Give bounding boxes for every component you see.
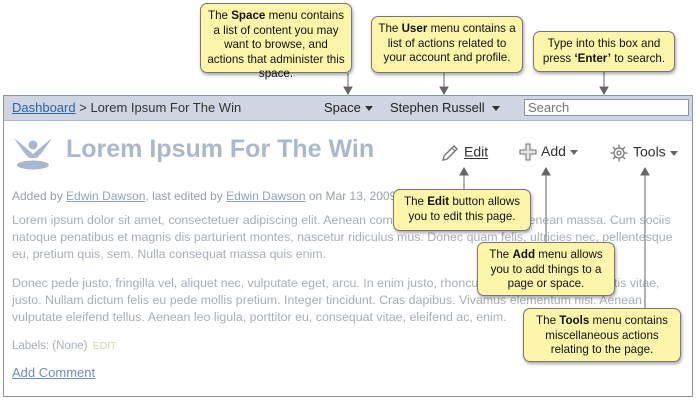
callout-bold: Tools (559, 314, 590, 327)
search-input[interactable] (524, 99, 689, 116)
callout-bold: ‘Enter’ (574, 51, 611, 65)
caret-down-icon (364, 106, 373, 112)
space-menu-label: Space (324, 100, 361, 115)
meta-edited-by: , last edited by (145, 189, 227, 203)
labels-value: (None) (52, 340, 88, 352)
arrow-pointer-icon (439, 86, 449, 96)
edit-button-label: Edit (464, 143, 489, 160)
page-metadata: Added by Edwin Dawson, last edited by Ed… (12, 189, 396, 203)
add-menu-callout: The Add menu allows you to add things to… (477, 242, 615, 296)
callout-text: The (536, 314, 560, 327)
edit-button-callout: The Edit button allows you to edit this … (393, 189, 531, 231)
arrow-pointer-icon (599, 86, 609, 96)
arrow-pointer-icon (343, 86, 353, 96)
callout-text: The (403, 195, 428, 208)
breadcrumb-separator: > (75, 100, 91, 115)
edit-button[interactable]: Edit (440, 143, 488, 163)
search-callout: Type into this box and press ‘Enter’ to … (533, 31, 675, 72)
add-menu[interactable]: Add (519, 143, 578, 161)
callout-bold: Edit (427, 195, 450, 208)
tools-menu[interactable]: Tools (609, 143, 678, 163)
labels-prefix: Labels: (12, 340, 50, 352)
breadcrumb-current: Lorem Ipsum For The Win (90, 100, 242, 115)
callout-bold: Space (231, 9, 266, 22)
page-title: Lorem Ipsum For The Win (66, 135, 375, 163)
callout-text: to search. (610, 51, 666, 65)
callout-text: The (378, 22, 402, 35)
tools-menu-label: Tools (633, 143, 666, 160)
plus-icon (519, 143, 537, 161)
meta-editor-link[interactable]: Edwin Dawson (226, 189, 305, 203)
callout-text: The (207, 9, 232, 22)
gear-icon (610, 144, 628, 162)
breadcrumb: Dashboard > Lorem Ipsum For The Win (12, 100, 241, 115)
user-menu[interactable]: Stephen Russell (390, 100, 500, 115)
caret-down-icon (669, 150, 678, 156)
add-menu-label: Add (541, 143, 566, 159)
user-menu-label: Stephen Russell (390, 100, 485, 115)
labels-edit-link[interactable]: EDIT (93, 340, 117, 352)
callout-bold: Add (512, 248, 536, 261)
caret-down-icon (491, 106, 500, 112)
callout-bold: User (401, 22, 428, 35)
meta-date: on Mar 13, 2009 (305, 189, 397, 203)
callout-text: The (489, 248, 513, 261)
user-menu-callout: The User menu contains a list of actions… (371, 16, 523, 73)
space-menu-callout: The Space menu contains a list of conten… (200, 3, 352, 80)
top-navigation-bar: Dashboard > Lorem Ipsum For The Win Spac… (4, 96, 692, 121)
pencil-icon (442, 145, 458, 161)
labels-row: Labels: (None) EDIT (12, 340, 117, 352)
caret-down-icon (569, 149, 578, 155)
breadcrumb-dashboard-link[interactable]: Dashboard (12, 100, 76, 115)
meta-added-by: Added by (12, 189, 67, 203)
add-comment-link[interactable]: Add Comment (12, 365, 95, 380)
confluence-logo-icon (14, 138, 52, 170)
space-menu[interactable]: Space (324, 100, 373, 115)
tools-menu-callout: The Tools menu contains miscellaneous ac… (523, 308, 681, 362)
meta-author-link[interactable]: Edwin Dawson (66, 189, 145, 203)
